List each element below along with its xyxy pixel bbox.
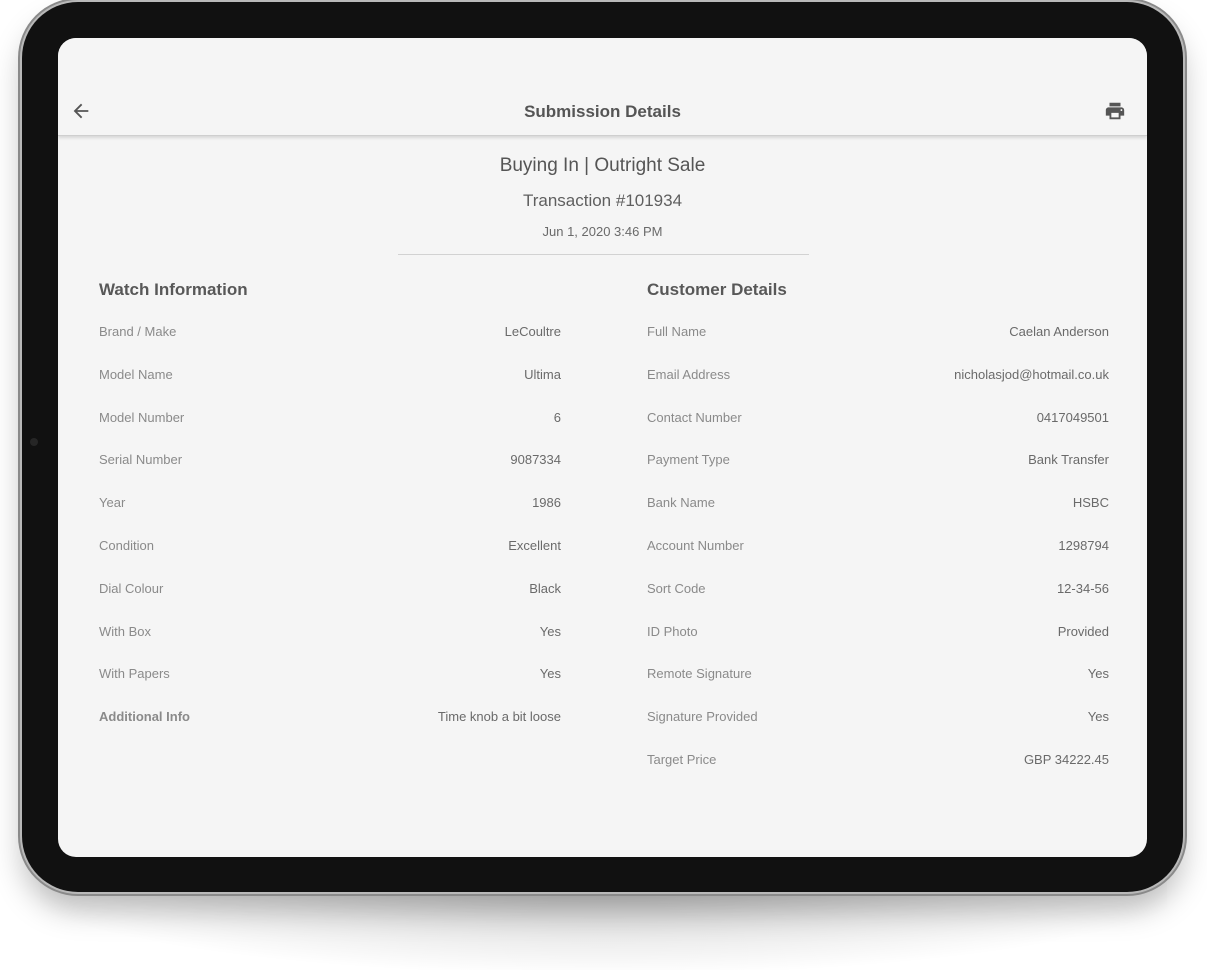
row-value: 6 <box>553 409 561 425</box>
row-value: Excellent <box>508 537 561 553</box>
customer-details-section: Customer Details Full Name Caelan Anderso… <box>647 280 1109 795</box>
detail-row: Year 1986 <box>99 495 561 538</box>
row-value: Caelan Anderson <box>1009 324 1109 339</box>
row-label: Year <box>99 495 126 511</box>
row-label: Model Name <box>99 366 173 382</box>
detail-row: Contact Number 0417049501 <box>647 410 1109 453</box>
row-value: 9087334 <box>510 452 561 468</box>
row-value: GBP 34222.45 <box>1023 751 1109 767</box>
tablet-device-frame: Submission Details Buying In | Outright … <box>22 2 1183 892</box>
row-label: With Box <box>99 623 152 639</box>
row-label: Condition <box>99 537 154 553</box>
row-value: 1298794 <box>1058 537 1109 553</box>
row-label: Sort Code <box>647 580 706 596</box>
app-screen: Submission Details Buying In | Outright … <box>58 38 1147 857</box>
transaction-number-heading: Transaction #101934 <box>522 191 683 210</box>
row-label: Bank Name <box>647 495 715 511</box>
row-label: Dial Colour <box>99 580 164 596</box>
detail-row: Signature Provided Yes <box>647 709 1109 752</box>
detail-row: Full Name Caelan Anderson <box>647 324 1109 367</box>
detail-row: Dial Colour Black <box>99 581 561 624</box>
row-label: ID Photo <box>647 623 698 639</box>
row-label: Model Number <box>99 409 185 425</box>
row-value: Time knob a bit loose <box>437 709 561 725</box>
row-label: Additional Info <box>99 709 190 725</box>
row-value: Bank Transfer <box>1028 452 1109 468</box>
detail-row: Additional Info Time knob a bit loose <box>99 709 561 752</box>
row-label: Account Number <box>647 537 744 553</box>
row-value: 12-34-56 <box>1056 580 1109 596</box>
watch-information-title: Watch Information <box>99 280 248 299</box>
detail-row: Payment Type Bank Transfer <box>647 452 1109 495</box>
row-value: Yes <box>1087 709 1109 725</box>
detail-row: Brand / Make LeCoultre <box>99 324 561 367</box>
detail-row: Model Name Ultima <box>99 367 561 410</box>
row-label: Brand / Make <box>99 324 177 339</box>
customer-details-title: Customer Details <box>647 280 787 299</box>
row-value: LeCoultre <box>504 324 561 339</box>
watch-information-section: Watch Information Brand / Make LeCoultre … <box>99 280 561 752</box>
detail-row: ID Photo Provided <box>647 624 1109 667</box>
row-label: Full Name <box>647 324 707 339</box>
row-label: Signature Provided <box>647 709 758 725</box>
transaction-date: Jun 1, 2020 3:46 PM <box>542 224 663 239</box>
detail-row: Remote Signature Yes <box>647 666 1109 709</box>
row-value: Yes <box>1087 666 1109 682</box>
header-divider <box>398 254 809 255</box>
row-label: Remote Signature <box>647 666 752 682</box>
row-label: Target Price <box>647 751 717 767</box>
detail-row: Serial Number 9087334 <box>99 452 561 495</box>
row-label: Payment Type <box>647 452 730 468</box>
front-camera <box>30 438 38 446</box>
detail-row: Bank Name HSBC <box>647 495 1109 538</box>
detail-row: Target Price GBP 34222.45 <box>647 752 1109 795</box>
row-value: Black <box>529 580 561 596</box>
detail-row: Condition Excellent <box>99 538 561 581</box>
print-icon <box>1105 102 1125 120</box>
transaction-type-heading: Buying In | Outright Sale <box>499 155 706 176</box>
app-bar: Submission Details <box>58 38 1147 136</box>
row-value: Ultima <box>524 366 561 382</box>
row-value: Yes <box>539 623 561 639</box>
print-button[interactable] <box>1104 100 1126 122</box>
row-label: With Papers <box>99 666 170 682</box>
detail-row: With Box Yes <box>99 624 561 667</box>
detail-row: Sort Code 12-34-56 <box>647 581 1109 624</box>
row-value: Yes <box>539 666 561 682</box>
row-label: Email Address <box>647 366 731 382</box>
row-value: 0417049501 <box>1036 409 1109 425</box>
row-label: Contact Number <box>647 409 742 425</box>
row-value: HSBC <box>1072 495 1109 511</box>
page-title: Submission Details <box>524 102 681 121</box>
detail-row: Email Address nicholasjod@hotmail.co.uk <box>647 367 1109 410</box>
device-floor-shadow <box>40 880 1167 970</box>
row-label: Serial Number <box>99 452 183 468</box>
detail-row: Account Number 1298794 <box>647 538 1109 581</box>
detail-row: Model Number 6 <box>99 410 561 453</box>
row-value: Provided <box>1057 623 1109 639</box>
row-value: nicholasjod@hotmail.co.uk <box>954 366 1109 382</box>
detail-row: With Papers Yes <box>99 666 561 709</box>
row-value: 1986 <box>532 495 561 511</box>
